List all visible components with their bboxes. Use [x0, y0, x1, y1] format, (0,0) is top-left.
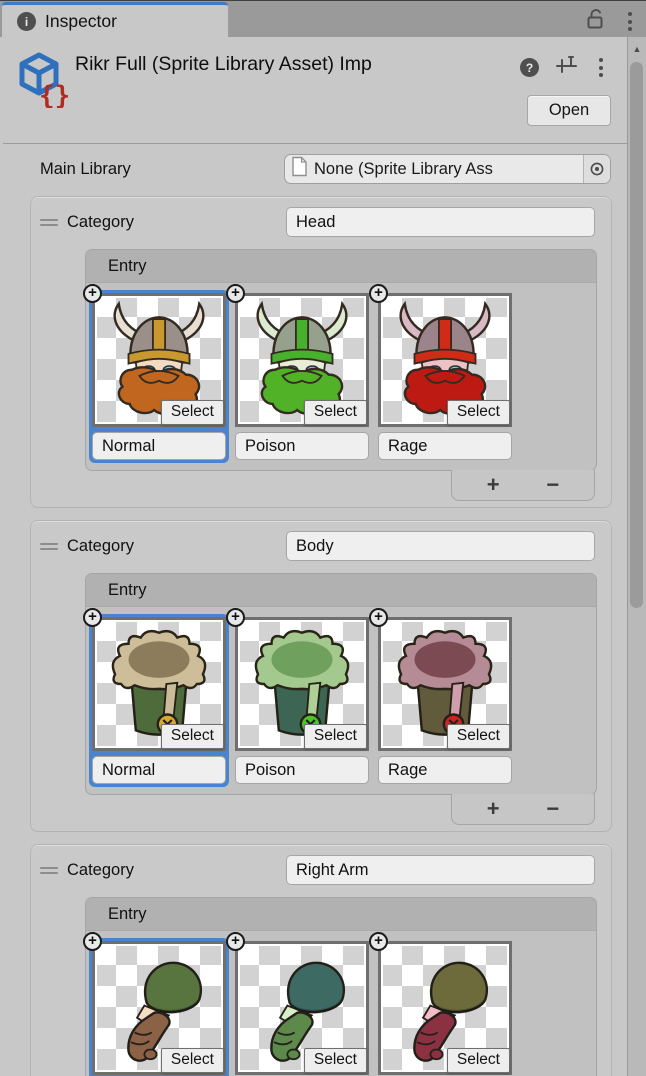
- select-sprite-button[interactable]: Select: [161, 724, 224, 749]
- sprite-thumbnail[interactable]: Select: [378, 941, 512, 1075]
- add-sprite-badge-icon[interactable]: +: [83, 284, 102, 303]
- category-name-input-body[interactable]: [286, 531, 595, 561]
- sprite-library-asset-icon: {}: [12, 48, 68, 113]
- add-sprite-badge-icon[interactable]: +: [226, 932, 245, 951]
- entry-list: + Select + Select +: [86, 931, 596, 1076]
- drag-handle-icon[interactable]: [40, 540, 58, 553]
- header-menu-icon[interactable]: [595, 55, 607, 80]
- entry-list: + Select + Select +: [86, 607, 596, 794]
- entry-item-normal[interactable]: + Select: [89, 938, 229, 1076]
- entry-item-poison[interactable]: + Select: [232, 290, 372, 463]
- main-library-label: Main Library: [40, 160, 284, 179]
- select-sprite-button[interactable]: Select: [304, 724, 367, 749]
- add-sprite-badge-icon[interactable]: +: [83, 608, 102, 627]
- add-entry-button[interactable]: +: [475, 475, 512, 495]
- sprite-thumbnail[interactable]: Select: [92, 617, 226, 751]
- category-label: Category: [67, 861, 277, 880]
- entry-name-input[interactable]: [92, 432, 226, 460]
- scrollbar-thumb[interactable]: [630, 62, 643, 608]
- remove-entry-button[interactable]: −: [534, 475, 571, 495]
- scroll-up-arrow-icon[interactable]: ▲: [628, 37, 646, 62]
- unlock-icon[interactable]: [584, 7, 606, 36]
- entry-box: Entry + Select + Select: [85, 249, 597, 471]
- inspector-content: Main Library None (Sprite Library Ass Ca…: [3, 144, 627, 1076]
- category-name-input-head[interactable]: [286, 207, 595, 237]
- entry-name-input[interactable]: [235, 432, 369, 460]
- sprite-thumbnail[interactable]: Select: [378, 617, 512, 751]
- entry-item-normal[interactable]: + Select: [89, 614, 229, 787]
- entry-section-header: Entry: [86, 898, 596, 931]
- entry-item-poison[interactable]: + Select: [232, 614, 372, 787]
- sprite-thumbnail[interactable]: Select: [92, 293, 226, 427]
- category-label: Category: [67, 537, 277, 556]
- entry-list: + Select + Select: [86, 283, 596, 470]
- importer-header: {} Rikr Full (Sprite Library Asset) Imp …: [3, 37, 627, 144]
- select-sprite-button[interactable]: Select: [447, 400, 510, 425]
- main-library-value: None (Sprite Library Ass: [314, 160, 583, 179]
- category-name-input-right-arm[interactable]: [286, 855, 595, 885]
- category-label: Category: [67, 213, 277, 232]
- add-sprite-badge-icon[interactable]: +: [226, 608, 245, 627]
- entry-list-footer: + −: [451, 794, 595, 825]
- entry-item-rage[interactable]: + Select: [375, 614, 515, 787]
- select-sprite-button[interactable]: Select: [161, 1048, 224, 1073]
- entry-name-input[interactable]: [378, 432, 512, 460]
- entry-item-rage[interactable]: + Select: [375, 290, 515, 463]
- add-sprite-badge-icon[interactable]: +: [369, 284, 388, 303]
- category-box: Category Entry + Select +: [30, 196, 612, 508]
- entry-section-header: Entry: [86, 574, 596, 607]
- asset-title: Rikr Full (Sprite Library Asset) Imp: [75, 53, 499, 76]
- add-entry-button[interactable]: +: [475, 799, 512, 819]
- inspector-window: { "tab_bar": { "tab_label": "Inspector" …: [0, 0, 646, 1076]
- select-sprite-button[interactable]: Select: [304, 1048, 367, 1073]
- entry-section-header: Entry: [86, 250, 596, 283]
- select-sprite-button[interactable]: Select: [161, 400, 224, 425]
- entry-box: Entry + Select + Select +: [85, 897, 597, 1076]
- add-sprite-badge-icon[interactable]: +: [226, 284, 245, 303]
- sprite-thumbnail[interactable]: Select: [92, 941, 226, 1075]
- entry-name-input[interactable]: [92, 756, 226, 784]
- drag-handle-icon[interactable]: [40, 864, 58, 877]
- entry-item-rage[interactable]: + Select: [375, 938, 515, 1076]
- sprite-thumbnail[interactable]: Select: [235, 941, 369, 1075]
- window-menu-icon[interactable]: [624, 9, 636, 34]
- entry-list-footer: + −: [451, 470, 595, 501]
- help-icon[interactable]: ?: [520, 58, 539, 77]
- add-sprite-badge-icon[interactable]: +: [83, 932, 102, 951]
- select-sprite-button[interactable]: Select: [447, 1048, 510, 1073]
- presets-icon[interactable]: [555, 53, 579, 82]
- entry-item-poison[interactable]: + Select: [232, 938, 372, 1076]
- tab-bar: i Inspector: [0, 0, 646, 37]
- add-sprite-badge-icon[interactable]: +: [369, 932, 388, 951]
- vertical-scrollbar[interactable]: ▲: [627, 37, 646, 1076]
- sprite-thumbnail[interactable]: Select: [235, 617, 369, 751]
- info-icon: i: [17, 12, 36, 31]
- entry-box: Entry + Select + Select +: [85, 573, 597, 795]
- select-sprite-button[interactable]: Select: [447, 724, 510, 749]
- main-library-object-field[interactable]: None (Sprite Library Ass: [284, 154, 611, 184]
- add-sprite-badge-icon[interactable]: +: [369, 608, 388, 627]
- tab-label: Inspector: [45, 11, 117, 32]
- sprite-thumbnail[interactable]: Select: [235, 293, 369, 427]
- open-button[interactable]: Open: [527, 95, 611, 126]
- entry-name-input[interactable]: [235, 756, 369, 784]
- sprite-thumbnail[interactable]: Select: [378, 293, 512, 427]
- category-box: Category Entry + Select + Select: [30, 520, 612, 832]
- category-box: Category Entry + Select + Select: [30, 844, 612, 1076]
- tab-inspector[interactable]: i Inspector: [2, 2, 228, 38]
- entry-item-normal[interactable]: + Select: [89, 290, 229, 463]
- entry-name-input[interactable]: [378, 756, 512, 784]
- svg-text:{}: {}: [39, 81, 68, 108]
- asset-file-icon: [291, 156, 308, 182]
- drag-handle-icon[interactable]: [40, 216, 58, 229]
- remove-entry-button[interactable]: −: [534, 799, 571, 819]
- object-picker-icon[interactable]: [583, 155, 610, 183]
- select-sprite-button[interactable]: Select: [304, 400, 367, 425]
